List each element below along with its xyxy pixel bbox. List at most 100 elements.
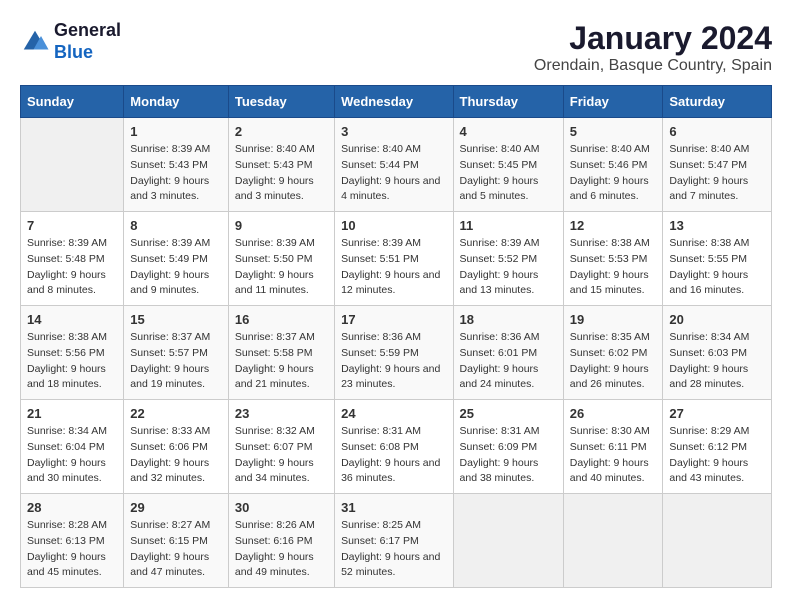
date-number: 11	[460, 218, 557, 233]
logo-icon	[20, 27, 50, 57]
cell-info: Sunrise: 8:30 AMSunset: 6:11 PMDaylight:…	[570, 424, 657, 487]
header-saturday: Saturday	[663, 86, 772, 118]
cell-info: Sunrise: 8:39 AMSunset: 5:43 PMDaylight:…	[130, 142, 222, 205]
header: General Blue January 2024 Orendain, Basq…	[20, 20, 772, 75]
table-row: 27 Sunrise: 8:29 AMSunset: 6:12 PMDaylig…	[663, 400, 772, 494]
header-monday: Monday	[124, 86, 229, 118]
table-row: 16 Sunrise: 8:37 AMSunset: 5:58 PMDaylig…	[228, 306, 334, 400]
table-row: 26 Sunrise: 8:30 AMSunset: 6:11 PMDaylig…	[563, 400, 663, 494]
cell-info: Sunrise: 8:35 AMSunset: 6:02 PMDaylight:…	[570, 330, 657, 393]
table-row	[21, 118, 124, 212]
cell-info: Sunrise: 8:39 AMSunset: 5:49 PMDaylight:…	[130, 236, 222, 299]
date-number: 31	[341, 500, 446, 515]
table-row: 13 Sunrise: 8:38 AMSunset: 5:55 PMDaylig…	[663, 212, 772, 306]
table-row: 23 Sunrise: 8:32 AMSunset: 6:07 PMDaylig…	[228, 400, 334, 494]
calendar-week-row: 1 Sunrise: 8:39 AMSunset: 5:43 PMDayligh…	[21, 118, 772, 212]
cell-info: Sunrise: 8:34 AMSunset: 6:03 PMDaylight:…	[669, 330, 765, 393]
logo: General Blue	[20, 20, 121, 63]
cell-info: Sunrise: 8:39 AMSunset: 5:51 PMDaylight:…	[341, 236, 446, 299]
table-row	[663, 494, 772, 588]
date-number: 26	[570, 406, 657, 421]
cell-info: Sunrise: 8:37 AMSunset: 5:57 PMDaylight:…	[130, 330, 222, 393]
table-row: 4 Sunrise: 8:40 AMSunset: 5:45 PMDayligh…	[453, 118, 563, 212]
date-number: 1	[130, 124, 222, 139]
cell-info: Sunrise: 8:40 AMSunset: 5:47 PMDaylight:…	[669, 142, 765, 205]
date-number: 5	[570, 124, 657, 139]
calendar-week-row: 21 Sunrise: 8:34 AMSunset: 6:04 PMDaylig…	[21, 400, 772, 494]
table-row: 25 Sunrise: 8:31 AMSunset: 6:09 PMDaylig…	[453, 400, 563, 494]
header-friday: Friday	[563, 86, 663, 118]
table-row: 30 Sunrise: 8:26 AMSunset: 6:16 PMDaylig…	[228, 494, 334, 588]
date-number: 3	[341, 124, 446, 139]
date-number: 4	[460, 124, 557, 139]
date-number: 9	[235, 218, 328, 233]
cell-info: Sunrise: 8:39 AMSunset: 5:50 PMDaylight:…	[235, 236, 328, 299]
header-tuesday: Tuesday	[228, 86, 334, 118]
date-number: 29	[130, 500, 222, 515]
table-row: 10 Sunrise: 8:39 AMSunset: 5:51 PMDaylig…	[335, 212, 453, 306]
date-number: 21	[27, 406, 117, 421]
calendar-header-row: Sunday Monday Tuesday Wednesday Thursday…	[21, 86, 772, 118]
date-number: 27	[669, 406, 765, 421]
cell-info: Sunrise: 8:40 AMSunset: 5:44 PMDaylight:…	[341, 142, 446, 205]
logo-line2: Blue	[54, 42, 121, 64]
cell-info: Sunrise: 8:34 AMSunset: 6:04 PMDaylight:…	[27, 424, 117, 487]
table-row: 24 Sunrise: 8:31 AMSunset: 6:08 PMDaylig…	[335, 400, 453, 494]
table-row	[563, 494, 663, 588]
date-number: 8	[130, 218, 222, 233]
cell-info: Sunrise: 8:36 AMSunset: 6:01 PMDaylight:…	[460, 330, 557, 393]
table-row: 21 Sunrise: 8:34 AMSunset: 6:04 PMDaylig…	[21, 400, 124, 494]
cell-info: Sunrise: 8:25 AMSunset: 6:17 PMDaylight:…	[341, 518, 446, 581]
cell-info: Sunrise: 8:37 AMSunset: 5:58 PMDaylight:…	[235, 330, 328, 393]
header-thursday: Thursday	[453, 86, 563, 118]
table-row: 29 Sunrise: 8:27 AMSunset: 6:15 PMDaylig…	[124, 494, 229, 588]
date-number: 18	[460, 312, 557, 327]
table-row: 28 Sunrise: 8:28 AMSunset: 6:13 PMDaylig…	[21, 494, 124, 588]
date-number: 14	[27, 312, 117, 327]
table-row: 31 Sunrise: 8:25 AMSunset: 6:17 PMDaylig…	[335, 494, 453, 588]
header-sunday: Sunday	[21, 86, 124, 118]
calendar-week-row: 28 Sunrise: 8:28 AMSunset: 6:13 PMDaylig…	[21, 494, 772, 588]
table-row: 9 Sunrise: 8:39 AMSunset: 5:50 PMDayligh…	[228, 212, 334, 306]
logo-text: General Blue	[54, 20, 121, 63]
cell-info: Sunrise: 8:27 AMSunset: 6:15 PMDaylight:…	[130, 518, 222, 581]
cell-info: Sunrise: 8:38 AMSunset: 5:55 PMDaylight:…	[669, 236, 765, 299]
table-row: 8 Sunrise: 8:39 AMSunset: 5:49 PMDayligh…	[124, 212, 229, 306]
header-wednesday: Wednesday	[335, 86, 453, 118]
page-subtitle: Orendain, Basque Country, Spain	[534, 57, 772, 75]
date-number: 16	[235, 312, 328, 327]
cell-info: Sunrise: 8:36 AMSunset: 5:59 PMDaylight:…	[341, 330, 446, 393]
page-title: January 2024	[534, 20, 772, 57]
table-row: 20 Sunrise: 8:34 AMSunset: 6:03 PMDaylig…	[663, 306, 772, 400]
table-row: 2 Sunrise: 8:40 AMSunset: 5:43 PMDayligh…	[228, 118, 334, 212]
date-number: 7	[27, 218, 117, 233]
cell-info: Sunrise: 8:39 AMSunset: 5:52 PMDaylight:…	[460, 236, 557, 299]
date-number: 24	[341, 406, 446, 421]
table-row: 15 Sunrise: 8:37 AMSunset: 5:57 PMDaylig…	[124, 306, 229, 400]
table-row: 3 Sunrise: 8:40 AMSunset: 5:44 PMDayligh…	[335, 118, 453, 212]
date-number: 20	[669, 312, 765, 327]
title-section: January 2024 Orendain, Basque Country, S…	[534, 20, 772, 75]
cell-info: Sunrise: 8:32 AMSunset: 6:07 PMDaylight:…	[235, 424, 328, 487]
date-number: 22	[130, 406, 222, 421]
table-row: 11 Sunrise: 8:39 AMSunset: 5:52 PMDaylig…	[453, 212, 563, 306]
table-row: 14 Sunrise: 8:38 AMSunset: 5:56 PMDaylig…	[21, 306, 124, 400]
date-number: 2	[235, 124, 328, 139]
cell-info: Sunrise: 8:38 AMSunset: 5:56 PMDaylight:…	[27, 330, 117, 393]
calendar-table: Sunday Monday Tuesday Wednesday Thursday…	[20, 85, 772, 588]
cell-info: Sunrise: 8:33 AMSunset: 6:06 PMDaylight:…	[130, 424, 222, 487]
table-row: 6 Sunrise: 8:40 AMSunset: 5:47 PMDayligh…	[663, 118, 772, 212]
table-row	[453, 494, 563, 588]
calendar-week-row: 7 Sunrise: 8:39 AMSunset: 5:48 PMDayligh…	[21, 212, 772, 306]
date-number: 30	[235, 500, 328, 515]
date-number: 6	[669, 124, 765, 139]
cell-info: Sunrise: 8:38 AMSunset: 5:53 PMDaylight:…	[570, 236, 657, 299]
cell-info: Sunrise: 8:29 AMSunset: 6:12 PMDaylight:…	[669, 424, 765, 487]
cell-info: Sunrise: 8:39 AMSunset: 5:48 PMDaylight:…	[27, 236, 117, 299]
table-row: 19 Sunrise: 8:35 AMSunset: 6:02 PMDaylig…	[563, 306, 663, 400]
cell-info: Sunrise: 8:40 AMSunset: 5:46 PMDaylight:…	[570, 142, 657, 205]
table-row: 18 Sunrise: 8:36 AMSunset: 6:01 PMDaylig…	[453, 306, 563, 400]
date-number: 12	[570, 218, 657, 233]
calendar-week-row: 14 Sunrise: 8:38 AMSunset: 5:56 PMDaylig…	[21, 306, 772, 400]
table-row: 5 Sunrise: 8:40 AMSunset: 5:46 PMDayligh…	[563, 118, 663, 212]
